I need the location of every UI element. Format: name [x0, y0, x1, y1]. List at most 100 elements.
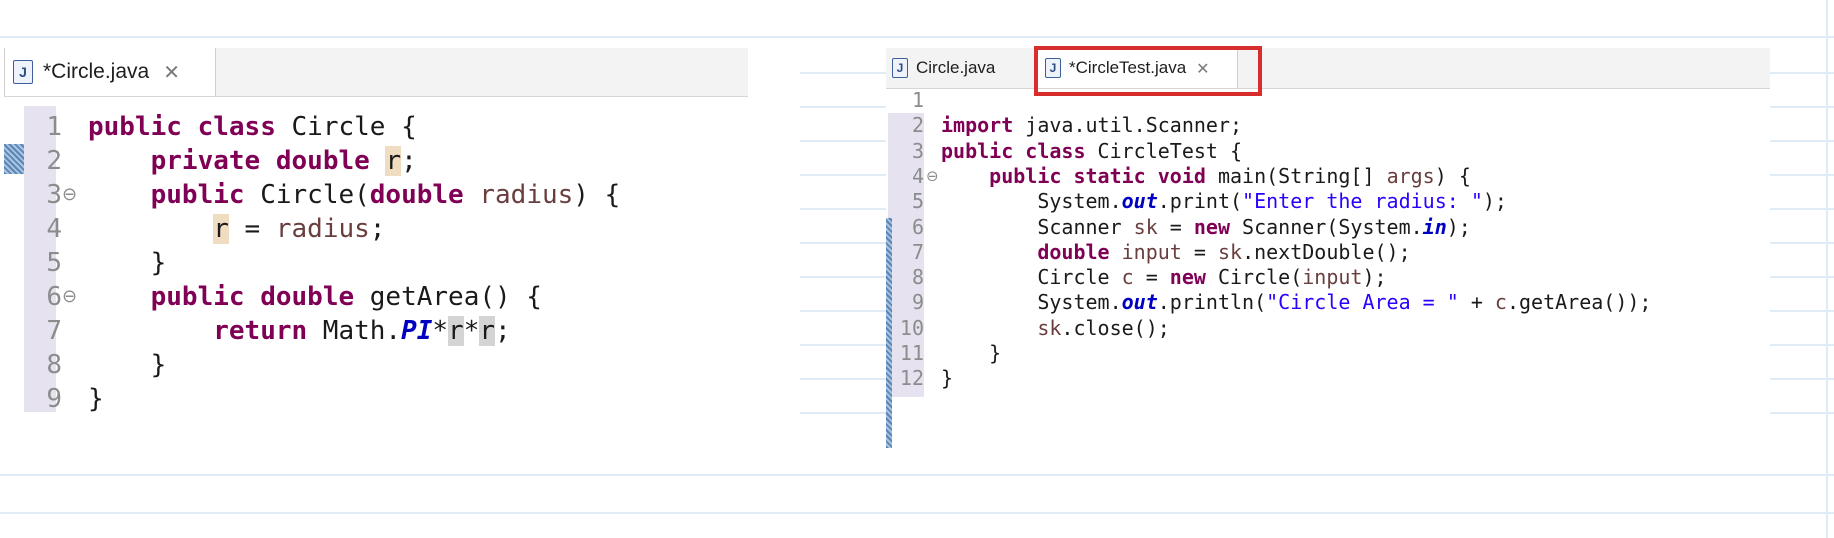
line-number: 7 — [911, 239, 924, 264]
line-number: 9 — [46, 384, 62, 414]
code-text: Scanner sk = new Scanner(System.in); — [941, 215, 1471, 240]
code-text: public class Circle { — [88, 110, 417, 144]
line-number: 10 — [899, 315, 924, 340]
code-token: private — [150, 146, 261, 176]
code-token: java.util.Scanner; — [1013, 113, 1243, 138]
code-token: c — [1121, 265, 1134, 290]
code-line[interactable]: 9 System.out.println("Circle Area = " + … — [886, 290, 1770, 315]
code-token: r — [385, 146, 402, 176]
line-number: 5 — [46, 248, 62, 278]
tab-label: *Circle.java — [43, 60, 150, 83]
code-token: = — [228, 214, 276, 244]
code-token: = — [1133, 265, 1170, 290]
code-token: class — [1025, 138, 1086, 163]
close-icon[interactable]: ✕ — [163, 60, 180, 84]
code-text: return Math.PI*r*r; — [88, 314, 511, 348]
code-text: r = radius; — [88, 212, 385, 246]
code-token: } — [941, 341, 1002, 365]
code-text: System.out.println("Circle Area = " + c.… — [941, 290, 1651, 315]
code-token: double — [369, 180, 464, 210]
code-token: main(String[] — [1205, 163, 1387, 188]
code-line[interactable]: 1 — [886, 88, 1770, 113]
code-token: sk — [1217, 239, 1243, 264]
line-number: 7 — [46, 316, 62, 346]
right-editor-panel: J Circle.java J *CircleTest.java ✕ 1 2 imp… — [886, 48, 1770, 448]
code-line[interactable]: 1 public class Circle { — [4, 110, 748, 144]
code-token: * — [463, 316, 480, 346]
code-text: public static void main(String[] args) { — [941, 164, 1471, 189]
fold-collapse-icon[interactable]: ⊖ — [62, 178, 77, 212]
code-token: radius — [479, 180, 574, 210]
code-text: public double getArea() { — [88, 280, 542, 314]
fold-collapse-icon[interactable]: ⊖ — [926, 164, 939, 189]
tab-circle-java[interactable]: J *Circle.java ✕ — [4, 48, 216, 96]
line-number: 3 — [911, 138, 924, 163]
left-code-editor[interactable]: 1 public class Circle {2 private double r… — [4, 96, 748, 460]
code-token: System. — [941, 189, 1122, 214]
fold-collapse-icon[interactable]: ⊖ — [62, 280, 77, 314]
code-line[interactable]: 3 public class CircleTest { — [886, 139, 1770, 164]
background-margin-line — [1826, 0, 1828, 538]
right-editor-tab-bar: J Circle.java J *CircleTest.java ✕ — [886, 48, 1770, 89]
code-line[interactable]: 12} — [886, 366, 1770, 391]
code-text: sk.close(); — [941, 315, 1170, 341]
code-line[interactable]: 4 ⊖ public static void main(String[] args… — [886, 164, 1770, 189]
code-line[interactable]: 5 System.out.print("Enter the radius: ")… — [886, 189, 1770, 214]
code-token: Scanner — [941, 214, 1134, 239]
code-token: ; — [401, 146, 417, 176]
code-token: "Enter the radius: " — [1242, 189, 1483, 214]
code-line[interactable]: 7 return Math.PI*r*r; — [4, 314, 748, 348]
code-line[interactable]: 6 Scanner sk = new Scanner(System.in); — [886, 215, 1770, 240]
code-line[interactable]: 11 } — [886, 341, 1770, 366]
code-token: Circle — [941, 265, 1122, 290]
line-number: 6 — [911, 214, 924, 239]
code-token: public — [941, 138, 1014, 163]
code-line[interactable]: 9} — [4, 382, 748, 416]
code-line[interactable]: 3 ⊖ public Circle(double radius) { — [4, 178, 748, 212]
line-number: 12 — [899, 366, 924, 391]
code-token: Scanner(System. — [1230, 214, 1423, 239]
line-number: 4 — [911, 163, 924, 188]
code-text: } — [941, 366, 953, 391]
code-line[interactable]: 8 Circle c = new Circle(input); — [886, 265, 1770, 290]
code-token: in — [1422, 214, 1447, 239]
background-rule-line — [0, 36, 1834, 38]
code-line[interactable]: 2 import java.util.Scanner; — [886, 113, 1770, 138]
code-text: } — [88, 382, 104, 416]
code-token: ) { — [573, 180, 621, 210]
code-line[interactable]: 5 } — [4, 246, 748, 280]
code-text: public Circle(double radius) { — [88, 178, 621, 212]
line-number: 1 — [911, 88, 924, 112]
line-number: 2 — [46, 146, 62, 176]
code-token: new — [1193, 214, 1230, 239]
tab-circle-java[interactable]: J Circle.java — [886, 48, 1030, 88]
code-line[interactable]: 2 private double r; — [4, 144, 748, 178]
right-code-editor[interactable]: 1 2 import java.util.Scanner; 3 public class… — [886, 88, 1770, 448]
code-token: .println( — [1157, 290, 1267, 315]
code-token: sk — [1133, 214, 1158, 239]
code-line[interactable]: 10 sk.close(); — [886, 316, 1770, 341]
code-token: r — [213, 214, 229, 244]
line-number: 5 — [911, 189, 924, 214]
code-token: getArea() { — [354, 282, 542, 312]
code-line[interactable]: 4 r = radius; — [4, 212, 748, 246]
code-text: double input = sk.nextDouble(); — [941, 239, 1410, 265]
code-token: ); — [1446, 214, 1471, 239]
code-token: void — [1157, 163, 1206, 188]
java-file-icon: J — [892, 58, 908, 78]
code-token: .close(); — [1061, 315, 1170, 340]
code-token: } — [88, 248, 167, 278]
code-token: radius — [275, 214, 370, 244]
code-token: r — [479, 316, 496, 346]
code-line[interactable]: 6 ⊖ public double getArea() { — [4, 280, 748, 314]
code-line[interactable]: 7 double input = sk.nextDouble(); — [886, 240, 1770, 265]
code-token: .getArea()); — [1506, 290, 1652, 315]
code-line[interactable]: 8 } — [4, 348, 748, 382]
code-token: public — [150, 180, 245, 210]
code-token: } — [941, 366, 954, 391]
